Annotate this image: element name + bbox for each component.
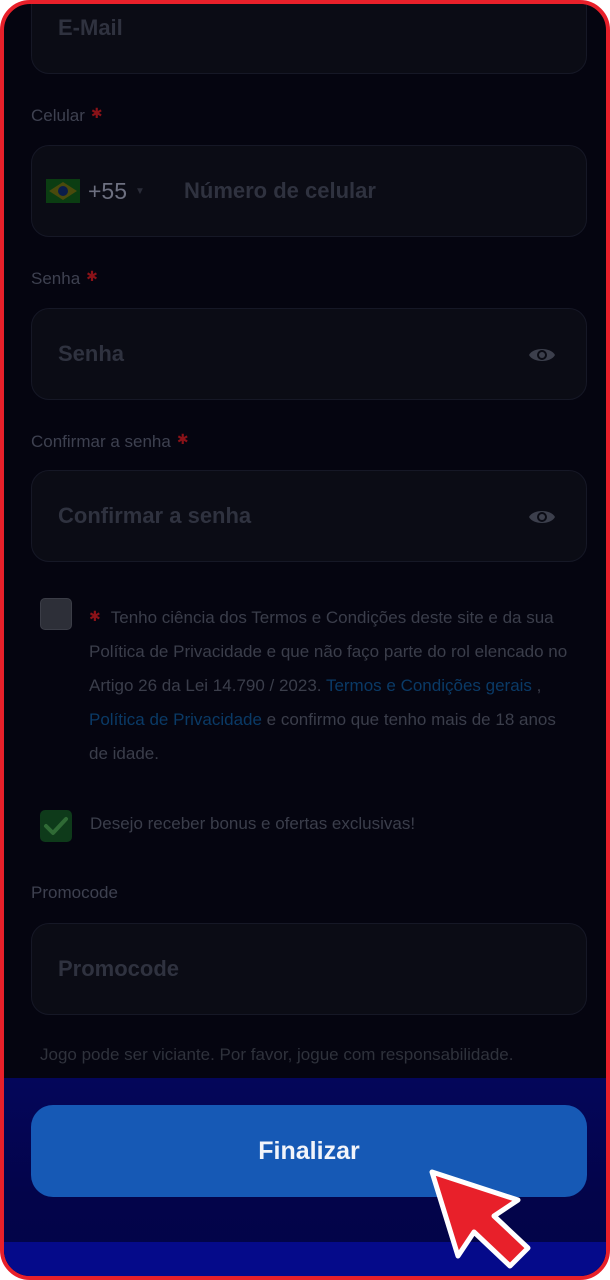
country-code-selector[interactable]: +55 ▼ <box>46 146 145 236</box>
chevron-down-icon: ▼ <box>135 185 145 197</box>
eye-icon[interactable] <box>528 505 556 529</box>
required-marker: ✱ <box>89 608 101 624</box>
terms-text: ✱ Tenho ciência dos Termos e Condições de… <box>89 608 568 763</box>
password-placeholder: Senha <box>58 341 125 366</box>
confirm-password-label: Confirmar a senha ✱ <box>31 431 189 451</box>
required-marker: ✱ <box>86 268 98 284</box>
promocode-label: Promocode <box>31 883 118 902</box>
celular-label: Celular ✱ <box>31 105 103 125</box>
screen-frame: E-Mail Celular ✱ +55 ▼ Número de celular … <box>0 0 610 1280</box>
phone-placeholder: Número de celular <box>184 178 376 203</box>
senha-label: Senha ✱ <box>31 268 98 288</box>
pointer-arrow-icon <box>429 1169 531 1269</box>
link-separator: , <box>531 676 542 695</box>
responsible-gaming-notice: Jogo pode ser viciante. Por favor, jogue… <box>40 1045 514 1064</box>
terms-checkbox[interactable] <box>40 598 72 630</box>
promocode-field[interactable]: Promocode <box>31 923 587 1015</box>
confirm-password-placeholder: Confirmar a senha <box>58 503 252 528</box>
email-placeholder: E-Mail <box>58 15 123 40</box>
dial-code: +55 <box>88 177 128 204</box>
required-marker: ✱ <box>176 431 189 447</box>
phone-field[interactable]: +55 ▼ Número de celular <box>31 145 587 237</box>
bonus-checkbox[interactable] <box>40 810 72 842</box>
required-marker: ✱ <box>90 105 103 121</box>
brazil-flag-icon <box>46 179 80 203</box>
password-field[interactable]: Senha <box>31 308 587 400</box>
bonus-label: Desejo receber bonus e ofertas exclusiva… <box>90 814 416 833</box>
email-field[interactable]: E-Mail <box>31 4 587 74</box>
check-icon <box>44 817 68 835</box>
promocode-placeholder: Promocode <box>58 956 180 981</box>
terms-link[interactable]: Termos e Condições gerais <box>326 676 532 695</box>
privacy-link[interactable]: Política de Privacidade <box>89 710 262 729</box>
eye-icon[interactable] <box>528 343 556 367</box>
confirm-password-field[interactable]: Confirmar a senha <box>31 470 587 562</box>
